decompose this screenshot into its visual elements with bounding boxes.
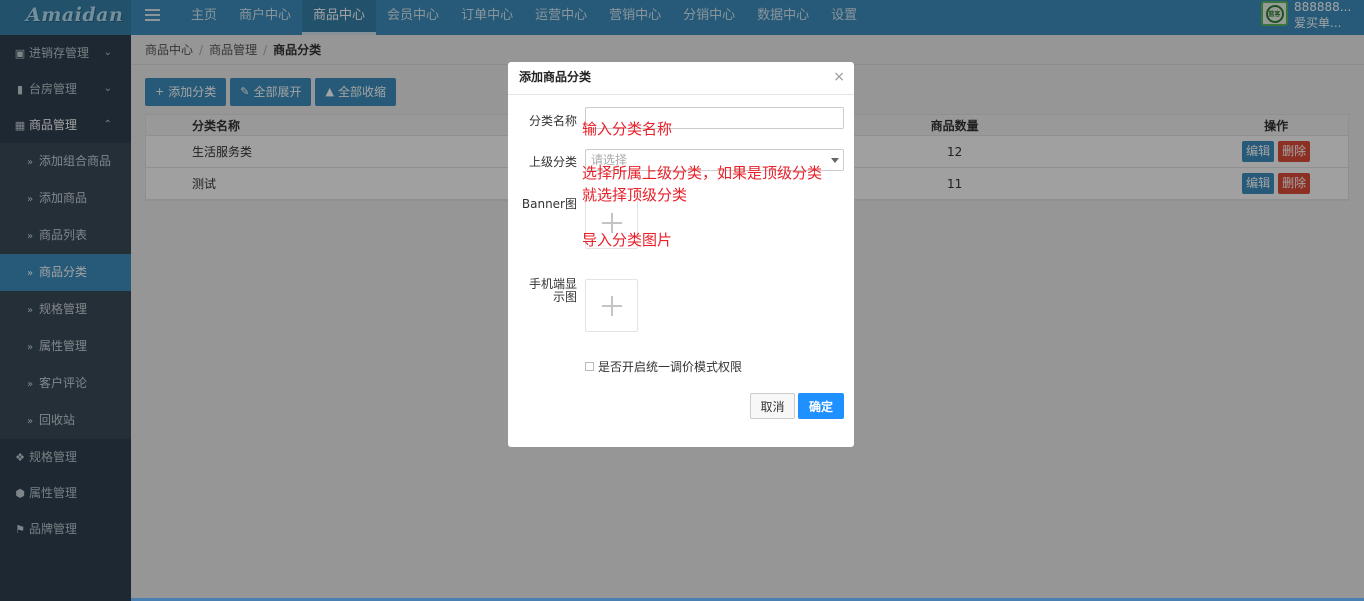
mobile-image-label-line2: 示图 <box>552 290 577 304</box>
plus-icon <box>601 295 622 316</box>
dialog-header: 添加商品分类 × <box>508 62 854 95</box>
banner-label: Banner图 <box>521 197 577 211</box>
confirm-button[interactable]: 确定 <box>798 393 844 419</box>
annotation-parent-line2: 就选择顶级分类 <box>582 186 688 204</box>
cancel-button[interactable]: 取消 <box>750 393 795 419</box>
mobile-image-label: 手机端显 示图 <box>508 278 577 304</box>
caret-down-icon <box>831 158 839 163</box>
unified-price-option[interactable]: 是否开启统一调价模式权限 <box>585 358 742 375</box>
category-name-label: 分类名称 <box>528 114 577 128</box>
unified-price-checkbox[interactable] <box>585 362 594 371</box>
annotation-parent-line1: 选择所属上级分类，如果是顶级分类 <box>582 164 823 182</box>
dialog-title: 添加商品分类 <box>519 70 592 84</box>
parent-category-label: 上级分类 <box>528 155 577 169</box>
annotation-category-name: 输入分类名称 <box>582 120 673 138</box>
add-category-dialog: 添加商品分类 × 分类名称 上级分类 请选择 Banner图 手机端显 示图 是… <box>508 62 854 447</box>
mobile-image-upload[interactable] <box>585 279 638 332</box>
annotation-image: 导入分类图片 <box>582 231 673 249</box>
unified-price-label: 是否开启统一调价模式权限 <box>598 360 743 374</box>
close-icon[interactable]: × <box>833 62 845 92</box>
